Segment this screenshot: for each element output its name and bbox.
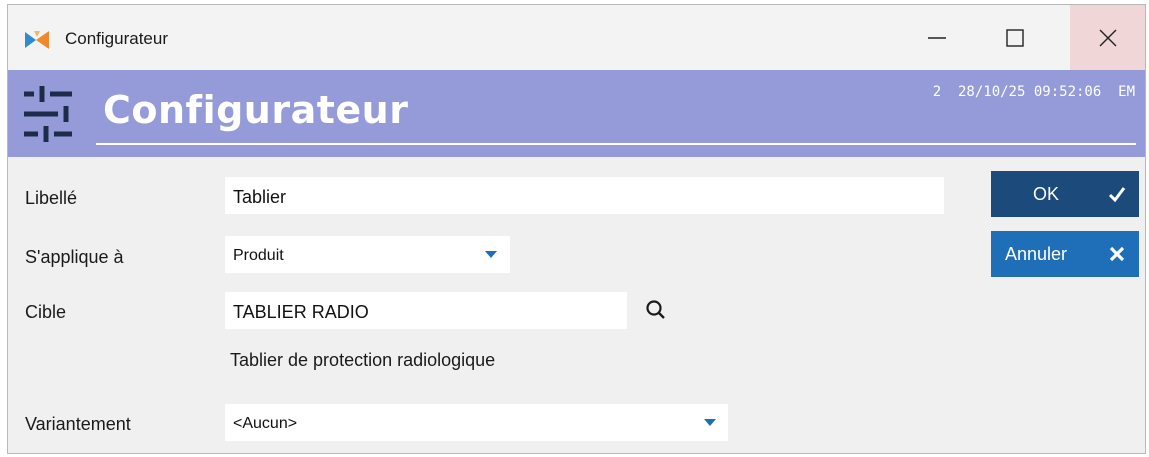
chevron-down-icon[interactable] bbox=[485, 251, 497, 258]
window-title: Configurateur bbox=[65, 29, 169, 48]
app-logo-icon bbox=[25, 31, 49, 49]
search-icon[interactable] bbox=[644, 297, 670, 323]
maximize-button[interactable] bbox=[976, 5, 1054, 70]
ok-button[interactable]: OK bbox=[991, 171, 1139, 217]
header-underline bbox=[96, 143, 1136, 145]
close-icon bbox=[1099, 29, 1116, 46]
cancel-button[interactable]: Annuler bbox=[991, 231, 1139, 277]
page-title: Configurateur bbox=[103, 88, 409, 132]
applique-selected-value: Produit bbox=[233, 247, 284, 264]
minimize-button[interactable] bbox=[898, 5, 976, 70]
title-bar[interactable]: Configurateur bbox=[8, 5, 1145, 70]
libelle-label: Libellé bbox=[25, 188, 78, 208]
applique-label: S'applique à bbox=[25, 247, 124, 267]
page-header: Configurateur 2 28/10/25 09:52:06 EM bbox=[8, 70, 1145, 157]
cible-description: Tablier de protection radiologique bbox=[230, 350, 496, 370]
close-icon bbox=[1109, 246, 1125, 262]
close-window-button[interactable] bbox=[1070, 5, 1145, 70]
cancel-button-label: Annuler bbox=[1005, 244, 1068, 264]
applique-select[interactable]: Produit bbox=[225, 236, 510, 273]
libelle-field[interactable]: Tablier bbox=[225, 177, 944, 214]
configurateur-window: Configurateur Configurateur 2 28/10/25 0… bbox=[7, 4, 1146, 454]
status-info: 2 28/10/25 09:52:06 EM bbox=[932, 84, 1135, 100]
check-icon bbox=[1108, 187, 1126, 203]
minimize-icon bbox=[928, 36, 946, 39]
sliders-icon bbox=[24, 86, 72, 142]
cible-field[interactable]: TABLIER RADIO bbox=[225, 292, 627, 329]
variantement-label: Variantement bbox=[25, 414, 131, 434]
ok-button-label: OK bbox=[1033, 184, 1060, 204]
chevron-down-icon[interactable] bbox=[704, 419, 716, 426]
maximize-icon bbox=[1006, 28, 1024, 47]
variantement-selected-value: <Aucun> bbox=[233, 415, 298, 432]
variantement-select[interactable]: <Aucun> bbox=[225, 404, 728, 441]
cible-label: Cible bbox=[25, 302, 67, 322]
